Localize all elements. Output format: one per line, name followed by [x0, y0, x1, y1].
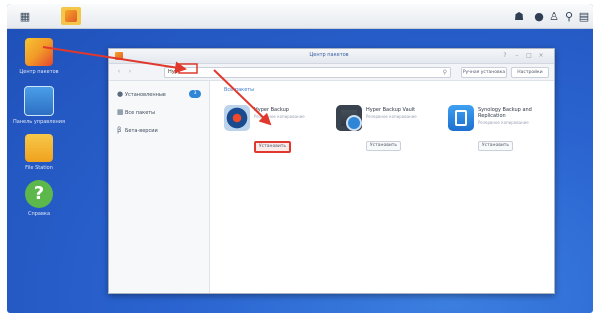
desktop-icon-control-panel[interactable]: Панель управления — [9, 86, 69, 125]
main-menu-button[interactable]: ▦ — [15, 7, 35, 25]
install-button[interactable]: Установить — [366, 141, 401, 151]
window-title: Центр пакетов — [309, 52, 349, 58]
hyper-backup-icon — [224, 105, 250, 131]
widget-icon[interactable]: ▤ — [577, 8, 591, 24]
close-icon[interactable]: × — [537, 52, 545, 60]
hyper-backup-vault-icon — [336, 105, 362, 131]
package-list: Все пакеты Hyper Backup Резервное копиро… — [210, 81, 554, 293]
package-card-backup-replication[interactable]: Synology Backup and Replication Резервно… — [448, 105, 556, 165]
install-button[interactable]: Установить — [478, 141, 513, 151]
search-icon[interactable]: ⚲ — [562, 8, 576, 24]
package-card-hyper-backup[interactable]: Hyper Backup Резервное копирование Устан… — [224, 105, 332, 165]
desktop-icon-label: Центр пакетов — [19, 69, 59, 75]
search-input-value: Hyp — [168, 69, 178, 75]
package-name: Synology Backup and Replication — [478, 107, 532, 119]
desktop-icon-help[interactable]: ? Справка — [9, 180, 69, 217]
installed-icon: ● — [117, 90, 124, 98]
package-category: Резервное копирование — [478, 120, 529, 125]
package-center-window: Центр пакетов ? – □ × ‹ › Hyp ⚲ Ручная у… — [108, 48, 555, 294]
sidebar-item-beta[interactable]: β Бета-версии — [117, 125, 205, 135]
sidebar-item-label: Все пакеты — [125, 110, 156, 116]
desktop-icon-label: File Station — [25, 165, 53, 171]
package-name: Hyper Backup — [254, 107, 289, 113]
desktop-icon-package-center[interactable]: Центр пакетов — [9, 38, 69, 75]
settings-button[interactable]: Настройки — [511, 67, 549, 78]
window-titlebar[interactable]: Центр пакетов ? – □ × — [109, 49, 554, 64]
help-icon[interactable]: ? — [501, 52, 509, 60]
sidebar-item-installed[interactable]: ● Установленные 3 — [117, 89, 205, 99]
install-button[interactable]: Установить — [254, 141, 291, 153]
installed-count-badge: 3 — [189, 90, 201, 98]
package-center-icon — [25, 38, 53, 66]
minimize-icon[interactable]: – — [513, 52, 521, 60]
back-icon[interactable]: ‹ — [115, 68, 123, 76]
package-card-hyper-backup-vault[interactable]: Hyper Backup Vault Резервное копирование… — [336, 105, 444, 165]
sidebar-item-all-packages[interactable]: ▦Все пакеты — [117, 107, 205, 117]
desktop-screen: ▦ ☗ ● ♙ ⚲ ▤ Центр пакетов Панель управле… — [7, 4, 593, 313]
control-panel-icon — [24, 86, 54, 116]
forward-icon[interactable]: › — [126, 68, 134, 76]
manual-install-button[interactable]: Ручная установка — [461, 67, 507, 78]
package-center-icon — [65, 10, 77, 22]
section-title: Все пакеты — [224, 87, 255, 93]
sidebar-item-label: Установленные — [125, 92, 166, 98]
all-packages-icon: ▦ — [117, 108, 124, 116]
user-icon[interactable]: ☗ — [512, 8, 526, 24]
notification-icon[interactable]: ● — [532, 8, 546, 24]
window-toolbar: ‹ › Hyp ⚲ Ручная установка Настройки — [109, 64, 554, 81]
search-input[interactable]: Hyp ⚲ — [164, 67, 451, 78]
taskbar: ▦ ☗ ● ♙ ⚲ ▤ — [7, 4, 593, 29]
help-icon: ? — [25, 180, 53, 208]
package-category: Резервное копирование — [254, 114, 305, 119]
package-center-taskbar-button[interactable] — [61, 7, 81, 25]
desktop-icon-label: Справка — [27, 211, 51, 217]
package-center-icon — [115, 52, 123, 60]
desktop-icon-label: Панель управления — [12, 119, 66, 125]
desktop-icon-file-station[interactable]: File Station — [9, 134, 69, 171]
package-name: Hyper Backup Vault — [366, 107, 416, 113]
backup-replication-icon — [448, 105, 474, 131]
sidebar: ● Установленные 3 ▦Все пакеты β Бета-верси… — [109, 81, 210, 293]
beta-icon: β — [117, 126, 122, 134]
person-icon[interactable]: ♙ — [547, 8, 561, 24]
folder-icon — [25, 134, 53, 162]
maximize-icon[interactable]: □ — [525, 52, 533, 60]
package-category: Резервное копирование — [366, 114, 417, 119]
search-icon: ⚲ — [442, 69, 447, 76]
sidebar-item-label: Бета-версии — [125, 128, 158, 134]
grid-icon: ▦ — [19, 9, 31, 23]
